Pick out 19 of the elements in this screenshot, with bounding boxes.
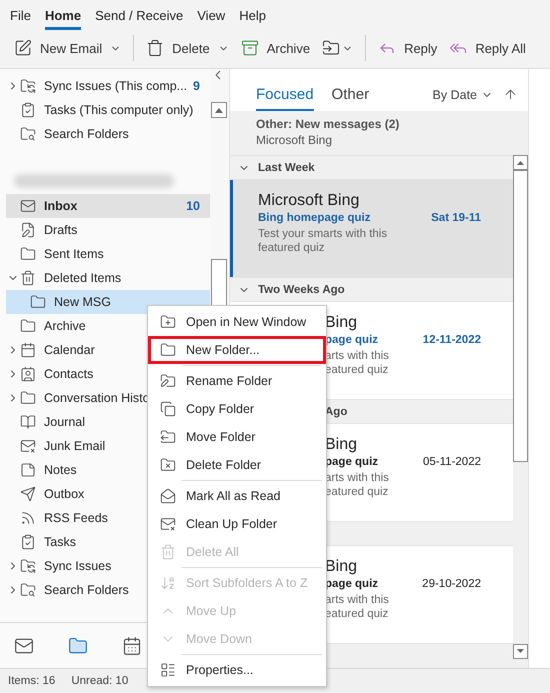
message-date: 12-11-2022 xyxy=(422,334,481,346)
banner-sender: Microsoft Bing xyxy=(256,133,334,147)
message-sender: Microsoft Bing xyxy=(258,192,360,210)
unread-count: 9 xyxy=(193,79,200,93)
message-subject: Bing homepage quiz xyxy=(258,212,370,224)
message-sender: Bing xyxy=(325,436,358,454)
message-date: 29-10-2022 xyxy=(422,578,481,590)
message-preview: Test your smarts with this featured quiz xyxy=(258,227,388,255)
group-label: Two Weeks Ago xyxy=(258,284,345,296)
status-text: Unread: 10 xyxy=(71,675,128,687)
message-sender: Bing xyxy=(325,314,358,332)
banner-title: Other: New messages (2) xyxy=(256,117,400,131)
message-date: 05-11-2022 xyxy=(423,456,481,468)
message-date: Sat 19-11 xyxy=(431,212,481,224)
group-label: Last Week xyxy=(258,162,315,174)
group-label: Ago xyxy=(325,406,348,418)
unread-count: 10 xyxy=(186,199,200,213)
status-text: Items: 16 xyxy=(8,675,56,687)
message-sender: Bing xyxy=(325,558,358,576)
